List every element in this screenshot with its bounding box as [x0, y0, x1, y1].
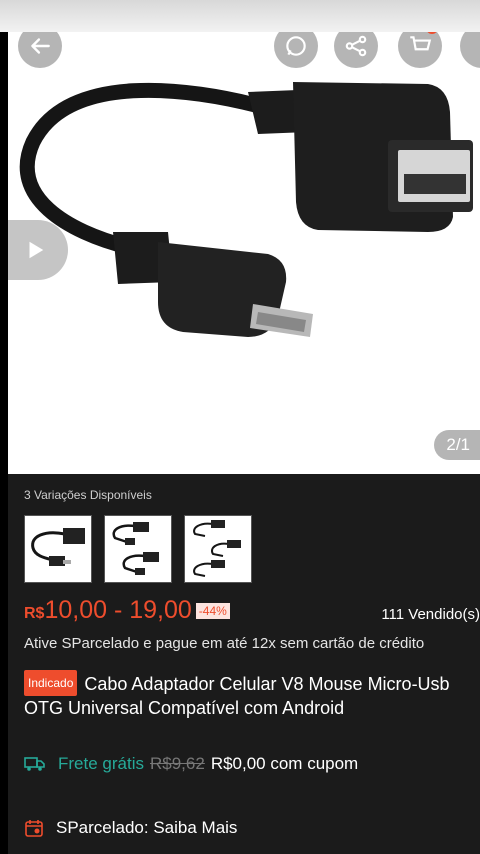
price-currency: R$ — [24, 605, 45, 622]
cable-thumbnail-image — [31, 528, 85, 566]
sparcelado-label: SParcelado: Saiba Mais — [56, 818, 238, 837]
top-status-strip — [0, 0, 480, 32]
sparcelado-row[interactable]: SParcelado: Saiba Mais — [24, 818, 237, 838]
cable-pair-thumbnail-image — [112, 522, 159, 575]
play-video-button[interactable] — [8, 220, 68, 280]
free-shipping-label: Frete grátis — [58, 754, 144, 773]
product-title-line-1: Cabo Adaptador Celular V8 Mouse Micro-Us… — [84, 674, 450, 694]
discount-badge: -44% — [195, 602, 230, 619]
shipping-old-price: R$9,62 — [149, 754, 205, 773]
indicado-tag: Indicado — [24, 670, 78, 696]
price-value: 10,00 - 19,00 — [44, 596, 192, 624]
play-icon — [29, 241, 44, 259]
price-range: R$ 10,00 - 19,00 -44% — [24, 596, 230, 625]
variations-title: 3 Variações Disponíveis — [24, 488, 152, 502]
image-counter: 2/1 — [434, 430, 480, 460]
product-title: Indicado Cabo Adaptador Celular V8 Mouse… — [24, 670, 480, 720]
product-image-gallery[interactable]: 2/1 — [8, 32, 480, 474]
variation-thumbnails — [24, 515, 252, 583]
variation-thumb-3[interactable] — [184, 515, 252, 583]
product-title-line-2: OTG Universal Compatível com Android — [24, 698, 345, 718]
cable-set-thumbnail-image — [193, 520, 241, 577]
installment-info[interactable]: Ative SParcelado e pague em até 12x sem … — [24, 635, 424, 652]
share-icon — [345, 35, 367, 57]
calendar-icon — [25, 820, 43, 837]
product-details: 3 Variações Disponíveis R$ 10,00 - 19,00… — [8, 474, 480, 854]
shipping-new-price: R$0,00 com cupom — [210, 754, 359, 773]
variation-thumb-2[interactable] — [104, 515, 172, 583]
product-image — [19, 82, 473, 337]
arrow-left-icon — [31, 38, 50, 54]
shipping-row[interactable]: Frete grátis R$9,62 R$0,00 com cupom — [24, 754, 358, 774]
sold-count: 111 Vendido(s) — [381, 606, 480, 623]
cart-icon — [410, 36, 432, 51]
whatsapp-icon — [286, 36, 306, 56]
variation-thumb-1[interactable] — [24, 515, 92, 583]
truck-icon — [24, 757, 45, 771]
